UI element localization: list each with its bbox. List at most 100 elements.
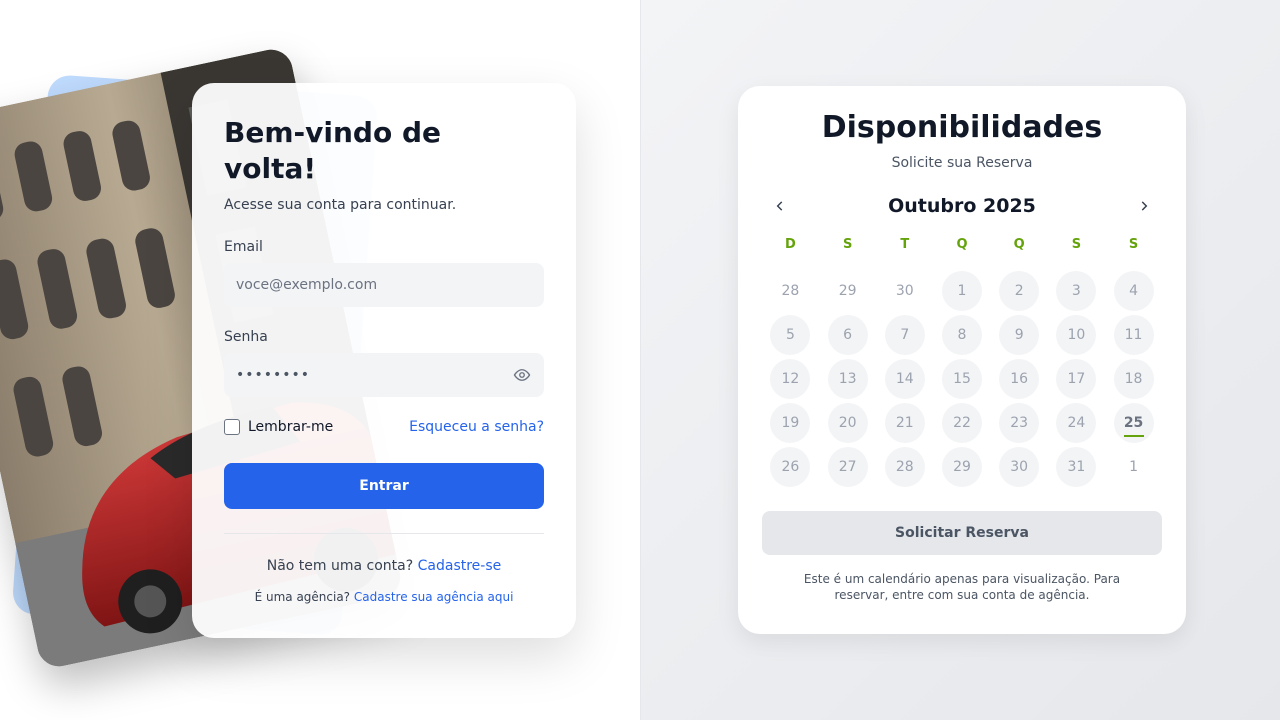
signup-link[interactable]: Cadastre-se <box>418 558 502 574</box>
calendar-card: Disponibilidades Solicite sua Reserva Ou… <box>738 86 1186 634</box>
calendar-cell: 8 <box>933 313 990 357</box>
calendar-day[interactable]: 13 <box>827 359 868 399</box>
request-reservation-button[interactable]: Solicitar Reserva <box>762 511 1162 555</box>
agency-link[interactable]: Cadastre sua agência aqui <box>354 590 514 604</box>
calendar-cell: 20 <box>819 401 876 445</box>
chevron-left-icon[interactable] <box>770 196 790 216</box>
remember-me[interactable]: Lembrar-me <box>224 419 333 435</box>
calendar-day[interactable]: 2 <box>999 271 1040 311</box>
login-panel: Bem-vindo de volta! Acesse sua conta par… <box>0 0 640 720</box>
calendar-day[interactable]: 10 <box>1056 315 1097 355</box>
remember-checkbox[interactable] <box>224 419 240 435</box>
weekday-header: S <box>1128 237 1139 252</box>
calendar-cell: 3 <box>1048 269 1105 313</box>
calendar-grid: D S T Q Q S S 28 29 30 1 2 3 4 5 6 7 8 9 10 11 12 13 14 15 16 17 18… <box>762 237 1162 489</box>
calendar-cell: 14 <box>876 357 933 401</box>
calendar-day[interactable]: 21 <box>884 403 925 443</box>
calendar-note: Este é um calendário apenas para visuali… <box>803 572 1121 602</box>
weekday-header: S <box>842 237 853 252</box>
eye-icon[interactable] <box>512 366 532 384</box>
calendar-cell: 28 <box>876 445 933 489</box>
calendar-cell: 21 <box>876 401 933 445</box>
calendar-cell: 22 <box>933 401 990 445</box>
calendar-cell: 30 <box>991 445 1048 489</box>
calendar-day[interactable]: 23 <box>999 403 1040 443</box>
weekday-header: S <box>1071 237 1082 252</box>
agency-text: É uma agência? <box>254 590 351 604</box>
calendar-day[interactable]: 24 <box>1056 403 1097 443</box>
calendar-cell: 4 <box>1105 269 1162 313</box>
calendar-day[interactable]: 26 <box>770 447 811 487</box>
calendar-cell: 1 <box>1105 445 1162 489</box>
calendar-cell: 7 <box>876 313 933 357</box>
calendar-cell: 10 <box>1048 313 1105 357</box>
calendar-day[interactable]: 9 <box>999 315 1040 355</box>
calendar-day[interactable]: 6 <box>827 315 868 355</box>
calendar-day[interactable]: 27 <box>827 447 868 487</box>
calendar-day[interactable]: 30 <box>999 447 1040 487</box>
calendar-cell: 26 <box>762 445 819 489</box>
calendar-day[interactable]: 29 <box>942 447 982 487</box>
calendar-cell: 5 <box>762 313 819 357</box>
calendar-day[interactable]: 12 <box>770 359 811 399</box>
calendar-cell: 28 <box>762 269 819 313</box>
calendar-cell: 18 <box>1105 357 1162 401</box>
calendar-day[interactable]: 28 <box>884 447 925 487</box>
password-label: Senha <box>224 329 268 345</box>
calendar-day[interactable]: 19 <box>770 403 811 443</box>
calendar-day: 28 <box>781 283 800 299</box>
calendar-day[interactable]: 4 <box>1113 271 1154 311</box>
calendar-cell: 29 <box>933 445 990 489</box>
weekday-header: T <box>900 237 910 252</box>
calendar-day[interactable]: 20 <box>827 403 868 443</box>
calendar-cell: 6 <box>819 313 876 357</box>
email-field[interactable]: voce@exemplo.com <box>224 263 544 307</box>
calendar-day[interactable]: 1 <box>942 271 982 311</box>
login-title: Bem-vindo de volta! <box>224 116 441 185</box>
login-button[interactable]: Entrar <box>224 463 544 509</box>
calendar-day[interactable]: 3 <box>1056 271 1097 311</box>
calendar-day: 1 <box>1129 459 1139 475</box>
calendar-day-today[interactable]: 25 <box>1113 403 1154 443</box>
availability-panel: Disponibilidades Solicite sua Reserva Ou… <box>640 0 1280 720</box>
chevron-right-icon[interactable] <box>1134 196 1154 216</box>
calendar-subtitle: Solicite sua Reserva <box>891 155 1033 171</box>
calendar-day[interactable]: 31 <box>1056 447 1097 487</box>
calendar-cell: 1 <box>933 269 990 313</box>
signup-prompt: Não tem uma conta? Cadastre-se <box>224 558 544 574</box>
calendar-day[interactable]: 7 <box>884 315 925 355</box>
email-label: Email <box>224 239 263 255</box>
calendar-cell: 29 <box>819 269 876 313</box>
email-placeholder: voce@exemplo.com <box>236 277 378 293</box>
calendar-day[interactable]: 5 <box>770 315 811 355</box>
calendar-cell: 24 <box>1048 401 1105 445</box>
calendar-cell: 9 <box>991 313 1048 357</box>
signup-text: Não tem uma conta? <box>266 558 414 574</box>
calendar-cell: 13 <box>819 357 876 401</box>
calendar-title: Disponibilidades <box>821 110 1103 145</box>
month-label: Outubro 2025 <box>888 195 1036 217</box>
calendar-cell: 31 <box>1048 445 1105 489</box>
password-field[interactable]: •••••••• <box>224 353 544 397</box>
calendar-cell: 16 <box>991 357 1048 401</box>
calendar-day[interactable]: 14 <box>884 359 925 399</box>
login-card: Bem-vindo de volta! Acesse sua conta par… <box>192 83 576 638</box>
calendar-day[interactable]: 17 <box>1056 359 1097 399</box>
login-subtitle: Acesse sua conta para continuar. <box>224 197 457 213</box>
calendar-day[interactable]: 18 <box>1113 359 1154 399</box>
calendar-cell: 2 <box>991 269 1048 313</box>
calendar-day[interactable]: 8 <box>942 315 982 355</box>
calendar-day[interactable]: 16 <box>999 359 1040 399</box>
weekday-header: D <box>785 237 796 252</box>
calendar-cell: 30 <box>876 269 933 313</box>
calendar-day: 29 <box>838 283 857 299</box>
calendar-day[interactable]: 11 <box>1113 315 1154 355</box>
calendar-cell: 15 <box>933 357 990 401</box>
month-header: Outubro 2025 <box>762 195 1162 217</box>
calendar-day[interactable]: 22 <box>942 403 982 443</box>
weekday-header: Q <box>956 237 968 252</box>
forgot-password-link[interactable]: Esqueceu a senha? <box>409 419 544 435</box>
calendar-day: 30 <box>895 283 914 299</box>
divider <box>224 533 544 534</box>
calendar-day[interactable]: 15 <box>942 359 982 399</box>
